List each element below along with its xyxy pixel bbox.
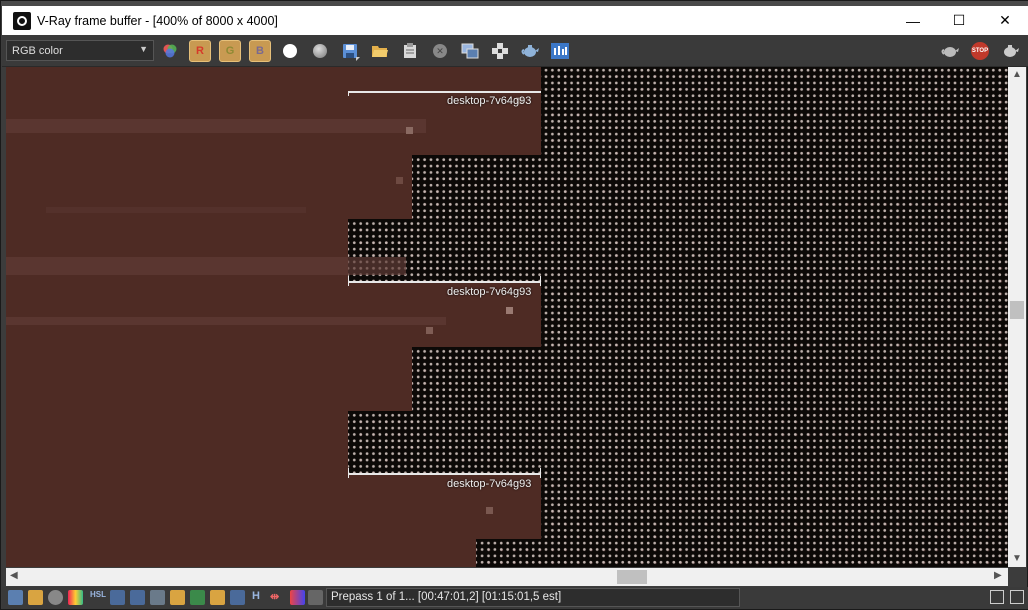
- title-bar[interactable]: V-Ray frame buffer - [400% of 8000 x 400…: [2, 6, 1028, 35]
- status-bar: HSL H ⇹ Prepass 1 of 1... [00:47:01,2] […: [2, 587, 1028, 609]
- red-channel-button[interactable]: R: [189, 40, 211, 62]
- bucket-outline: [348, 281, 541, 283]
- texture-pixel: [406, 127, 413, 134]
- texture-streak: [6, 317, 446, 325]
- bucket-outline: [348, 91, 349, 96]
- close-button[interactable]: ✕: [982, 6, 1028, 35]
- bucket-outline: [348, 91, 541, 93]
- chevron-down-icon: ▼: [139, 44, 148, 54]
- stop-label: STOP: [971, 42, 989, 60]
- window-title: V-Ray frame buffer - [400% of 8000 x 400…: [37, 13, 278, 28]
- layers-icon[interactable]: [28, 590, 43, 605]
- texture-pixel: [506, 307, 513, 314]
- srgb-icon[interactable]: [190, 590, 205, 605]
- scroll-left-icon[interactable]: ◀: [10, 570, 18, 581]
- texture-streak: [6, 257, 406, 275]
- bucket-label: desktop-7v64g93: [447, 95, 532, 107]
- render-last-icon[interactable]: [999, 40, 1021, 62]
- clipboard-icon[interactable]: [399, 40, 421, 62]
- horizontal-scrollbar[interactable]: ◀ ▶: [6, 568, 1008, 586]
- region-icon[interactable]: [489, 40, 511, 62]
- ocio-icon[interactable]: [210, 590, 225, 605]
- show-corrections-icon[interactable]: [8, 590, 23, 605]
- minimize-button[interactable]: —: [890, 6, 936, 35]
- texture-pixel: [426, 327, 433, 334]
- maximize-button[interactable]: ☐: [936, 6, 982, 35]
- render-viewport[interactable]: desktop-7v64g93 desktop-7v64g93 desktop-…: [6, 67, 1008, 567]
- texture-streak: [46, 207, 306, 213]
- rendered-region: [6, 347, 412, 411]
- color-corrections-icon[interactable]: [68, 590, 83, 605]
- bucket-outline: [540, 468, 541, 478]
- green-channel-button[interactable]: G: [219, 40, 241, 62]
- vertical-scroll-thumb[interactable]: [1010, 301, 1024, 319]
- open-folder-icon[interactable]: [369, 40, 391, 62]
- channel-select[interactable]: RGB color ▼: [6, 40, 154, 61]
- exposure-icon[interactable]: [150, 590, 165, 605]
- ab-compare-icon[interactable]: [290, 590, 305, 605]
- info-icon[interactable]: [48, 590, 63, 605]
- scroll-up-icon[interactable]: ▲: [1012, 69, 1022, 80]
- panel-toggle-icon[interactable]: [1010, 590, 1024, 604]
- mono-circle-icon[interactable]: [309, 40, 331, 62]
- icc-icon[interactable]: [230, 590, 245, 605]
- texture-pixel: [486, 507, 493, 514]
- render-teapot-icon[interactable]: [939, 40, 961, 62]
- bucket-label: desktop-7v64g93: [447, 478, 532, 490]
- bucket-outline: [540, 276, 541, 286]
- levels-icon[interactable]: [110, 590, 125, 605]
- rendered-region: [6, 67, 541, 155]
- color-balls-icon[interactable]: [159, 40, 181, 62]
- duplicate-icon[interactable]: [459, 40, 481, 62]
- stop-icon[interactable]: STOP: [969, 40, 991, 62]
- horizontal-scroll-thumb[interactable]: [617, 570, 647, 584]
- texture-pixel: [396, 177, 403, 184]
- bucket-outline: [348, 468, 349, 478]
- curve-icon[interactable]: [130, 590, 145, 605]
- pixel-info-icon[interactable]: [308, 590, 323, 605]
- blue-channel-button[interactable]: B: [249, 40, 271, 62]
- scroll-right-icon[interactable]: ▶: [994, 570, 1002, 581]
- scroll-down-icon[interactable]: ▼: [1012, 553, 1022, 564]
- rendered-region: [6, 411, 348, 475]
- vertical-scrollbar[interactable]: ▲ ▼: [1008, 67, 1026, 567]
- rendered-region: [6, 539, 476, 567]
- save-icon[interactable]: [339, 40, 361, 62]
- teapot-icon[interactable]: [519, 40, 541, 62]
- clear-icon[interactable]: ✕: [429, 40, 451, 62]
- status-text: Prepass 1 of 1... [00:47:01,2] [01:15:01…: [326, 588, 740, 607]
- panel-toggle-icon[interactable]: [990, 590, 1004, 604]
- histogram-icon[interactable]: [549, 40, 571, 62]
- vray-logo-icon: [13, 11, 31, 30]
- bucket-outline: [348, 473, 541, 475]
- channel-select-value: RGB color: [12, 44, 63, 57]
- bucket-label: desktop-7v64g93: [447, 286, 532, 298]
- vfb-window: V-Ray frame buffer - [400% of 8000 x 400…: [0, 0, 1028, 610]
- bucket-outline: [348, 276, 349, 286]
- white-circle-icon[interactable]: [279, 40, 301, 62]
- toolbar: RGB color ▼ R G B ✕ STOP: [2, 35, 1028, 67]
- hsl-icon[interactable]: HSL: [90, 590, 106, 599]
- lut-icon[interactable]: [170, 590, 185, 605]
- compare-icon[interactable]: ⇹: [270, 590, 279, 603]
- history-h-icon[interactable]: H: [252, 590, 260, 602]
- texture-streak: [6, 119, 426, 133]
